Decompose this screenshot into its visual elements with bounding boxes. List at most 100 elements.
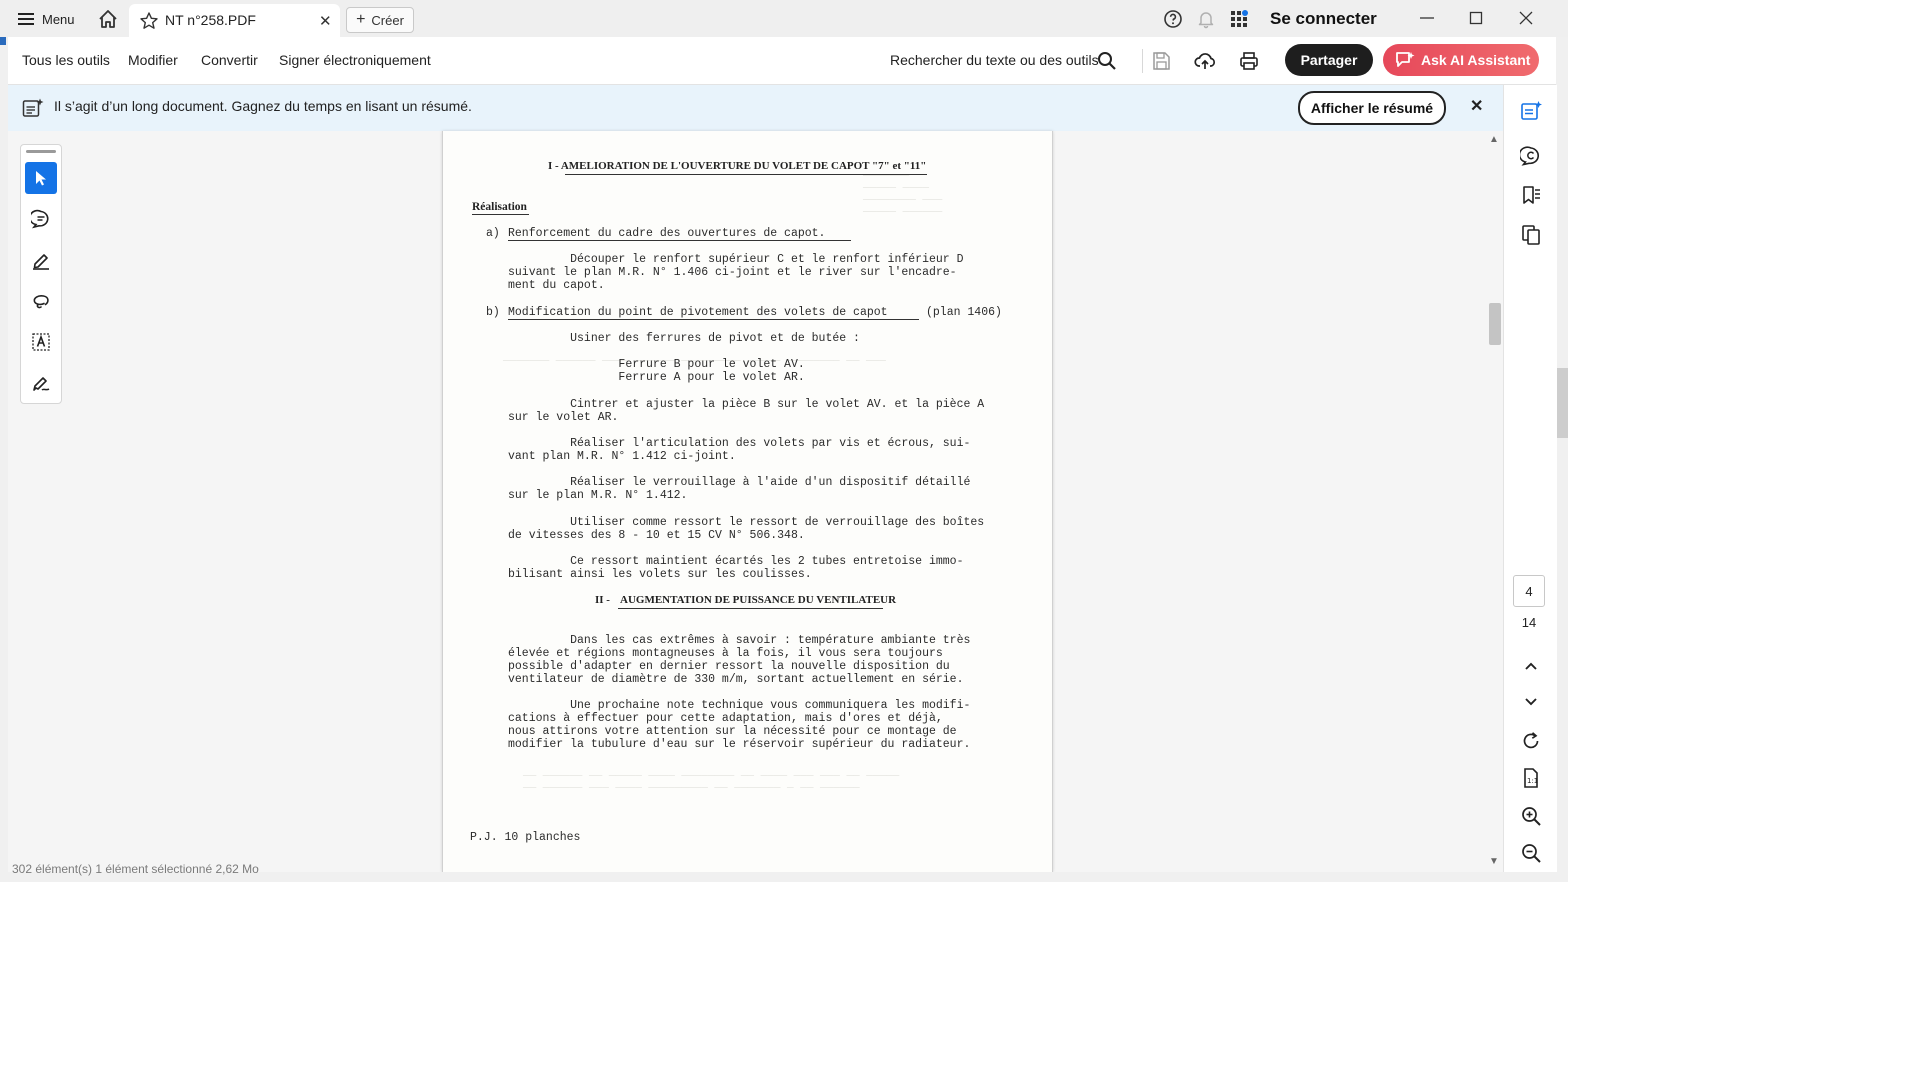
left-window-frame [0,37,8,882]
plus-icon: + [356,11,366,28]
heading-underline [565,174,927,175]
pdf-page: ─────── ───── ──── ──────── ─── ───── ──… [442,131,1053,872]
minimize-icon[interactable] [1413,6,1441,30]
home-icon[interactable] [97,8,119,30]
zoom-out-icon[interactable] [1520,842,1542,864]
attachments-note: P.J. 10 planches [470,831,581,844]
para-extremes: Dans les cas extrêmes à savoir : tempéra… [508,634,971,686]
bookmarks-icon[interactable] [1520,184,1542,206]
pages-thumbnails-icon[interactable] [1520,224,1542,246]
summary-banner: Il s’agit d’un long document. Gagnez du … [8,85,1503,131]
item-b-title: Modification du point de pivotement des … [508,306,888,319]
comments-panel-icon[interactable] [1520,145,1542,167]
upload-cloud-icon[interactable] [1194,50,1216,72]
menu-edit[interactable]: Modifier [128,52,178,68]
bell-icon[interactable] [1196,9,1216,29]
save-icon[interactable] [1150,50,1172,72]
item-a-prefix: a) [486,227,500,240]
svg-text:1:1: 1:1 [1527,777,1538,785]
select-tool-button[interactable] [25,162,57,194]
item-a-body: Découper le renfort supérieur C et le re… [508,253,964,292]
search-tools-label[interactable]: Rechercher du texte ou des outils [890,52,1099,68]
outer-scroll-track [1556,37,1568,882]
highlight-tool-button[interactable] [25,244,57,276]
lasso-icon [33,295,49,309]
item-b-plan: (plan 1406) [926,306,1002,319]
zoom-in-icon[interactable] [1520,805,1542,827]
print-icon[interactable] [1238,50,1260,72]
scroll-thumb[interactable] [1489,303,1501,345]
share-button[interactable]: Partager [1285,44,1373,76]
heading-2-underline [618,608,883,609]
item-b-line1: Usiner des ferrures de pivot et de butée… [508,332,860,345]
next-page-icon[interactable] [1520,690,1542,712]
signin-button[interactable]: Se connecter [1270,9,1377,29]
ai-assistant-button[interactable]: Ask AI Assistant [1383,44,1539,76]
item-a-underline [508,240,851,241]
scroll-up-arrow[interactable]: ▲ [1489,134,1499,145]
tab-close-icon[interactable]: ✕ [319,12,332,30]
main-toolbar: Tous les outils Modifier Convertir Signe… [8,37,1556,85]
star-icon[interactable] [139,11,159,31]
para-maintient: Ce ressort maintient écartés les 2 tubes… [508,555,964,581]
document-tab[interactable]: NT n°258.PDF ✕ [129,4,340,37]
ai-chat-icon [1396,52,1415,67]
show-through-marks-3: ── ────── ── ───── ──── ──────── ── ────… [523,771,900,795]
title-bar: Menu NT n°258.PDF ✕ + Créer Se connecter [0,0,1568,37]
banner-close-icon[interactable]: ✕ [1470,96,1483,116]
search-icon[interactable] [1096,50,1118,72]
page-fit-icon[interactable]: 1:1 [1520,767,1542,789]
text-tool-button[interactable] [25,326,57,358]
draw-tool-button[interactable] [25,285,57,317]
realisation-underline [472,214,529,215]
current-page-input[interactable]: 4 [1513,575,1545,607]
text-box-icon [32,333,50,351]
para-articulation: Réaliser l'articulation des volets par v… [508,437,971,463]
sign-tool-button[interactable] [25,367,57,399]
total-pages: 14 [1521,615,1537,630]
ai-summary-icon[interactable] [1520,100,1542,122]
item-b-underline [508,319,919,320]
comment-icon [31,209,49,229]
show-summary-button[interactable]: Afficher le résumé [1298,91,1446,125]
realisation-heading: Réalisation [472,201,527,213]
menu-all-tools[interactable]: Tous les outils [22,52,110,68]
ferrures-list: Ferrure B pour le volet AV. Ferrure A po… [618,358,805,384]
comment-tool-button[interactable] [25,203,57,235]
apps-icon[interactable] [1229,9,1249,29]
section-heading-2-prefix: II - [595,594,610,606]
show-through-marks: ─────── ───── ──── ──────── ─── ───── ──… [863,171,943,219]
help-icon[interactable] [1163,9,1183,29]
item-b-prefix: b) [486,306,500,319]
background-status-bar: 302 élément(s) 1 élément sélectionné 2,6… [12,862,259,876]
tab-title: NT n°258.PDF [165,12,256,28]
section-heading-2-title: AUGMENTATION DE PUISSANCE DU VENTILATEUR [620,594,897,606]
maximize-icon[interactable] [1462,6,1490,30]
banner-message: Il s’agit d’un long document. Gagnez du … [54,98,472,114]
summary-icon [22,98,44,117]
signature-pen-icon [33,377,50,391]
right-rail: 4 14 1:1 [1503,85,1557,872]
section-heading-1: I - AMELIORATION DE L'OUVERTURE DU VOLET… [548,160,927,172]
menu-sign[interactable]: Signer électroniquement [279,52,431,68]
pen-icon [33,254,49,270]
item-a-title: Renforcement du cadre des ouvertures de … [508,227,826,240]
document-scrollbar[interactable]: ▲ ▼ [1486,131,1503,872]
menu-label: Menu [42,11,75,27]
ai-assistant-label: Ask AI Assistant [1421,52,1531,68]
scroll-down-arrow[interactable]: ▼ [1489,856,1499,867]
palette-grip[interactable] [26,150,56,153]
create-label: Créer [371,12,404,28]
quick-tools-palette [20,144,62,404]
window-close-icon[interactable] [1512,6,1540,30]
menu-convert[interactable]: Convertir [201,52,258,68]
para-verrouillage: Réaliser le verrouillage à l'aide d'un d… [508,476,971,502]
rotate-icon[interactable] [1520,730,1542,752]
previous-page-icon[interactable] [1520,655,1542,677]
cursor-icon [36,171,46,186]
menu-button[interactable]: Menu [18,8,75,30]
para-cintrer: Cintrer et ajuster la pièce B sur le vol… [508,398,985,424]
toolbar-divider [1142,49,1143,73]
create-button[interactable]: + Créer [346,7,414,33]
window-accent [0,37,6,45]
